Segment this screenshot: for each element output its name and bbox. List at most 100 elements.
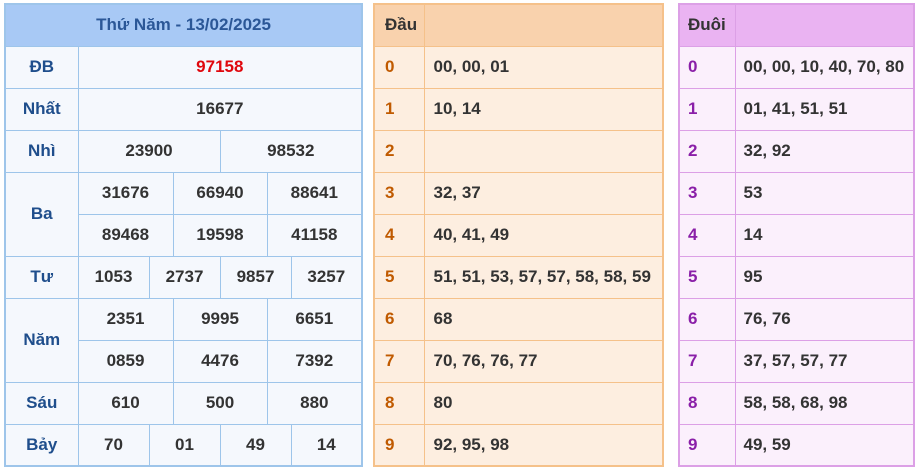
dau-values: 68	[423, 297, 664, 341]
prize-number: 7392	[266, 339, 363, 383]
prize-row-tu: Tư 1053 2737 9857 3257	[4, 255, 363, 299]
duoi-values: 95	[734, 255, 915, 299]
prize-row-sau: Sáu 610 500 880	[4, 381, 363, 425]
dau-row: 8 80	[373, 381, 664, 425]
prize-number: 14	[290, 423, 363, 467]
special-prize-number: 97158	[77, 45, 363, 89]
duoi-key: 9	[678, 423, 736, 467]
prize-label: Ba	[4, 171, 79, 257]
results-table: Thứ Năm - 13/02/2025 ĐB 97158 Nhất 16677…	[4, 3, 364, 467]
duoi-key: 3	[678, 171, 736, 215]
dau-row: 6 68	[373, 297, 664, 341]
duoi-row: 4 14	[678, 213, 915, 257]
prize-row-nam: Năm 2351 9995 6651	[4, 297, 363, 383]
prize-number: 66940	[172, 171, 268, 215]
duoi-values: 58, 58, 68, 98	[734, 381, 915, 425]
prize-number: 70	[77, 423, 150, 467]
duoi-row: 2 32, 92	[678, 129, 915, 173]
prize-number: 98532	[219, 129, 363, 173]
prize-number: 23900	[77, 129, 221, 173]
prize-number: 31676	[77, 171, 174, 215]
prize-label: Bảy	[4, 423, 79, 467]
dau-values: 32, 37	[423, 171, 664, 215]
duoi-row: 6 76, 76	[678, 297, 915, 341]
prize-number: 49	[219, 423, 292, 467]
duoi-key: 1	[678, 87, 736, 131]
dau-header-blank	[423, 3, 664, 47]
dau-row: 1 10, 14	[373, 87, 664, 131]
dau-values: 40, 41, 49	[423, 213, 664, 257]
prize-label: Sáu	[4, 381, 79, 425]
dau-key: 9	[373, 423, 425, 467]
duoi-header: Đuôi	[678, 3, 736, 47]
duoi-values: 14	[734, 213, 915, 257]
dau-row: 3 32, 37	[373, 171, 664, 215]
dau-values: 70, 76, 76, 77	[423, 339, 664, 383]
prize-number: 0859	[77, 339, 174, 383]
duoi-key: 7	[678, 339, 736, 383]
duoi-header-blank	[734, 3, 915, 47]
dau-key: 4	[373, 213, 425, 257]
duoi-key: 6	[678, 297, 736, 341]
duoi-key: 8	[678, 381, 736, 425]
prize-label: Tư	[4, 255, 79, 299]
prize-number: 6651	[266, 297, 363, 341]
dau-key: 1	[373, 87, 425, 131]
dau-values: 80	[423, 381, 664, 425]
duoi-values: 49, 59	[734, 423, 915, 467]
duoi-row: 1 01, 41, 51, 51	[678, 87, 915, 131]
duoi-row: 5 95	[678, 255, 915, 299]
prize-number: 2351	[77, 297, 174, 341]
results-title: Thứ Năm - 13/02/2025	[4, 3, 363, 47]
dau-values: 51, 51, 53, 57, 57, 58, 58, 59	[423, 255, 664, 299]
prize-number: 9857	[219, 255, 292, 299]
dau-row: 5 51, 51, 53, 57, 57, 58, 58, 59	[373, 255, 664, 299]
prize-row-ba: Ba 31676 66940 88641	[4, 171, 363, 257]
dau-values	[423, 129, 664, 173]
prize-number: 41158	[266, 213, 363, 257]
prize-number: 9995	[172, 297, 268, 341]
duoi-key: 0	[678, 45, 736, 89]
dau-values: 10, 14	[423, 87, 664, 131]
prize-number: 16677	[77, 87, 363, 131]
duoi-values: 53	[734, 171, 915, 215]
dau-row: 0 00, 00, 01	[373, 45, 664, 89]
dau-row: 4 40, 41, 49	[373, 213, 664, 257]
dau-header: Đầu	[373, 3, 425, 47]
prize-number: 4476	[172, 339, 268, 383]
prize-label: Nhất	[4, 87, 79, 131]
duoi-values: 32, 92	[734, 129, 915, 173]
duoi-key: 4	[678, 213, 736, 257]
dau-key: 2	[373, 129, 425, 173]
dau-values: 92, 95, 98	[423, 423, 664, 467]
prize-number: 1053	[77, 255, 150, 299]
prize-label: ĐB	[4, 45, 79, 89]
duoi-values: 00, 00, 10, 40, 70, 80	[734, 45, 915, 89]
prize-row-nhat: Nhất 16677	[4, 87, 363, 131]
dau-key: 0	[373, 45, 425, 89]
duoi-values: 76, 76	[734, 297, 915, 341]
prize-number: 89468	[77, 213, 174, 257]
prize-number: 500	[172, 381, 268, 425]
prize-number: 3257	[290, 255, 363, 299]
prize-row-nhi: Nhì 23900 98532	[4, 129, 363, 173]
dau-row: 7 70, 76, 76, 77	[373, 339, 664, 383]
prize-number: 88641	[266, 171, 363, 215]
dau-key: 5	[373, 255, 425, 299]
dau-key: 6	[373, 297, 425, 341]
prize-row-db: ĐB 97158	[4, 45, 363, 89]
prize-number: 610	[77, 381, 174, 425]
prize-number: 2737	[148, 255, 221, 299]
duoi-table: Đuôi 0 00, 00, 10, 40, 70, 80 1 01, 41, 51,…	[678, 3, 915, 467]
duoi-row: 0 00, 00, 10, 40, 70, 80	[678, 45, 915, 89]
duoi-values: 01, 41, 51, 51	[734, 87, 915, 131]
prize-number: 880	[266, 381, 363, 425]
duoi-values: 37, 57, 57, 77	[734, 339, 915, 383]
dau-key: 8	[373, 381, 425, 425]
duoi-row: 8 58, 58, 68, 98	[678, 381, 915, 425]
dau-table: Đầu 0 00, 00, 01 1 10, 14 2 3 32, 37 4 40, 41, 4…	[373, 3, 664, 467]
dau-key: 7	[373, 339, 425, 383]
duoi-row: 3 53	[678, 171, 915, 215]
prize-label: Nhì	[4, 129, 79, 173]
duoi-key: 2	[678, 129, 736, 173]
